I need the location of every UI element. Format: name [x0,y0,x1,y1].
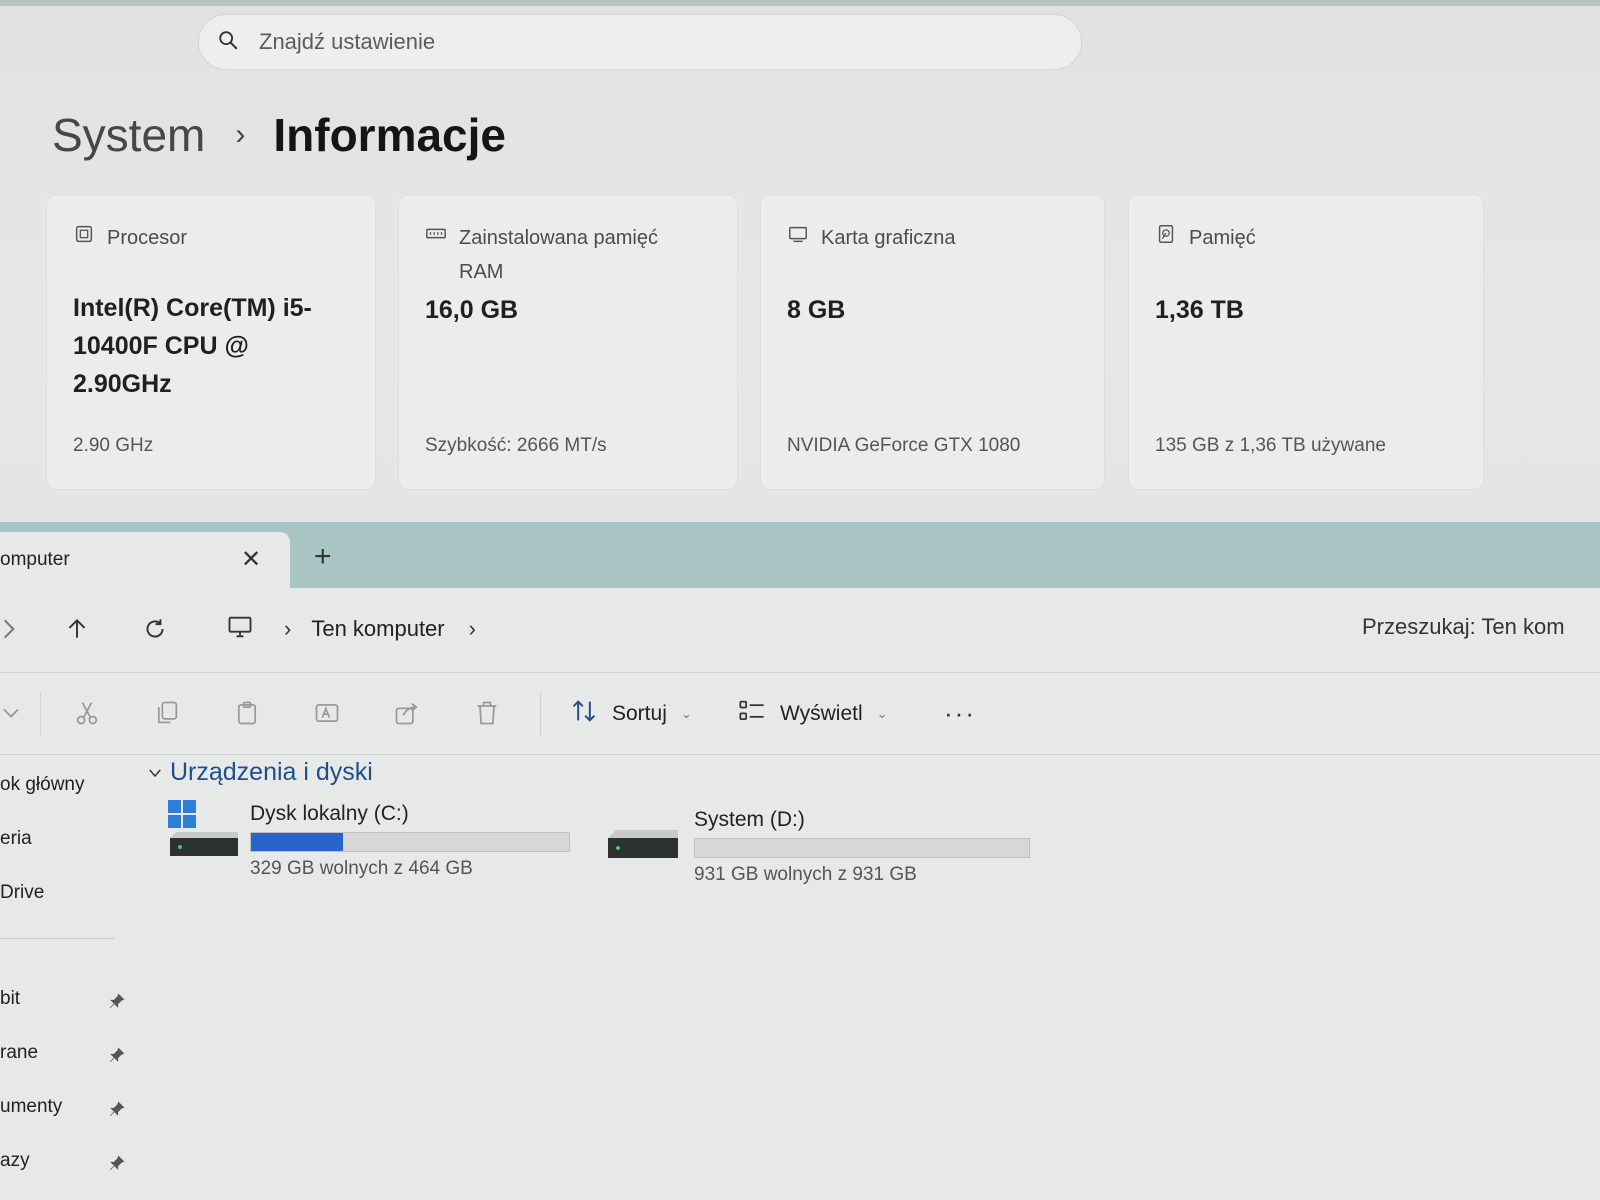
spec-card-gpu[interactable]: Karta graficzna 8 GB NVIDIA GeForce GTX … [760,194,1105,490]
delete-icon[interactable] [470,696,504,730]
pin-icon [109,1155,125,1171]
navigation-bar: › Ten komputer › Przeszukaj: Ten kom [0,588,1600,673]
toolbar-divider [40,692,41,736]
sidebar-item-home[interactable]: ok główny [0,774,85,796]
drive-item-c[interactable]: Dysk lokalny (C:) 329 GB wolnych z 464 G… [168,798,588,898]
spec-card-ram[interactable]: Zainstalowana pamięć RAM 16,0 GB Szybkoś… [398,194,738,490]
settings-window: Znajdź ustawienie System › Informacje Pr… [0,0,1600,522]
new-tab-button[interactable]: + [314,542,332,572]
computer-icon [226,613,254,646]
card-label: Pamięć [1189,227,1256,249]
chevron-right-icon[interactable]: › [469,616,476,642]
page-title: Informacje [273,109,507,161]
forward-icon[interactable] [0,612,26,646]
page-breadcrumb: System › Informacje [52,100,506,170]
breadcrumb-system[interactable]: System [52,108,205,162]
sidebar-item-desktop[interactable]: bit [0,988,20,1010]
card-label: Karta graficzna [821,227,956,249]
drive-free-space: 329 GB wolnych z 464 GB [250,858,473,879]
card-label: Procesor [107,227,188,249]
explorer-search-input[interactable]: Przeszukaj: Ten kom [1362,614,1565,640]
card-label: Zainstalowana pamięć RAM [459,227,658,283]
more-options-button[interactable]: ··· [944,698,976,729]
drive-free-space: 931 GB wolnych z 931 GB [694,864,917,885]
tab-this-pc[interactable]: omputer ✕ [0,532,290,588]
view-label: Wyświetl [780,702,863,725]
tab-strip: omputer ✕ + [0,522,1600,588]
spec-card-storage[interactable]: Pamięć 1,36 TB 135 GB z 1,36 TB używane [1128,194,1484,490]
sidebar-item-downloads[interactable]: rane [0,1042,38,1064]
rename-icon[interactable] [310,696,344,730]
card-value: 16,0 GB [425,296,519,324]
cut-icon[interactable] [70,696,104,730]
card-value: 8 GB [787,296,846,324]
sort-label: Sortuj [612,702,667,725]
copy-icon[interactable] [150,696,184,730]
card-sub: Szybkość: 2666 MT/s [425,435,607,456]
close-icon[interactable]: ✕ [238,546,264,573]
refresh-icon[interactable] [138,612,172,646]
sidebar-item-pictures[interactable]: azy [0,1150,30,1172]
card-sub: 135 GB z 1,36 TB używane [1155,435,1386,456]
card-sub: NVIDIA GeForce GTX 1080 [787,435,1021,456]
paste-icon[interactable] [230,696,264,730]
gpu-icon [787,221,821,250]
section-title: Urządzenia i dyski [170,758,373,786]
card-value: Intel(R) Core(TM) i5-10400F CPU @ 2.90GH… [73,294,312,398]
drive-usage-bar [250,832,570,852]
file-explorer-window: omputer ✕ + › Ten komputer › Przeszukaj:… [0,522,1600,1200]
drive-usage-fill [251,833,344,851]
share-icon[interactable] [390,696,424,730]
toolbar-divider [540,692,541,736]
hard-drive-icon [608,830,678,858]
storage-icon [1155,221,1189,250]
chevron-down-icon [149,769,161,777]
spec-card-processor[interactable]: Procesor Intel(R) Core(TM) i5-10400F CPU… [46,194,376,490]
view-list-icon [738,697,780,731]
sort-button[interactable]: Sortuj ⌄ [570,694,692,734]
command-bar: Sortuj ⌄ Wyświetl ⌄ ··· [0,672,1600,755]
chevron-right-icon[interactable]: › [284,616,291,642]
sidebar-item-gallery[interactable]: eria [0,828,32,850]
drive-name: System (D:) [694,808,805,831]
view-button[interactable]: Wyświetl ⌄ [738,694,888,734]
address-bar[interactable]: › Ten komputer › [226,604,1306,654]
pin-icon [109,993,125,1009]
window-top-edge [0,0,1600,6]
ram-icon [425,221,459,250]
navigation-pane: ok główny eria Drive bit rane umenty azy [0,754,130,1200]
card-value: 1,36 TB [1155,296,1244,324]
drive-item-d[interactable]: System (D:) 931 GB wolnych z 931 GB [606,804,1046,904]
drive-name: Dysk lokalny (C:) [250,802,409,825]
cpu-icon [73,221,107,250]
drive-usage-bar [694,838,1030,858]
windows-drive-icon [168,800,238,856]
breadcrumb-separator: › [235,118,246,151]
chevron-down-icon: ⌄ [680,706,692,721]
sidebar-item-documents[interactable]: umenty [0,1096,62,1118]
sort-icon [570,697,612,731]
tab-title: omputer [0,549,70,570]
settings-search-input[interactable]: Znajdź ustawienie [198,14,1082,70]
card-sub: 2.90 GHz [73,435,154,456]
address-location[interactable]: Ten komputer [311,616,444,642]
pin-icon [109,1101,125,1117]
chevron-down-icon[interactable] [0,696,28,730]
chevron-down-icon: ⌄ [876,706,888,721]
sidebar-divider [0,938,114,939]
sidebar-item-onedrive[interactable]: Drive [0,882,44,904]
pin-icon [109,1047,125,1063]
search-placeholder: Znajdź ustawienie [259,29,436,54]
up-arrow-icon[interactable] [60,612,94,646]
search-icon [217,29,239,56]
section-devices-and-drives[interactable]: Urządzenia i dyski [146,758,373,787]
